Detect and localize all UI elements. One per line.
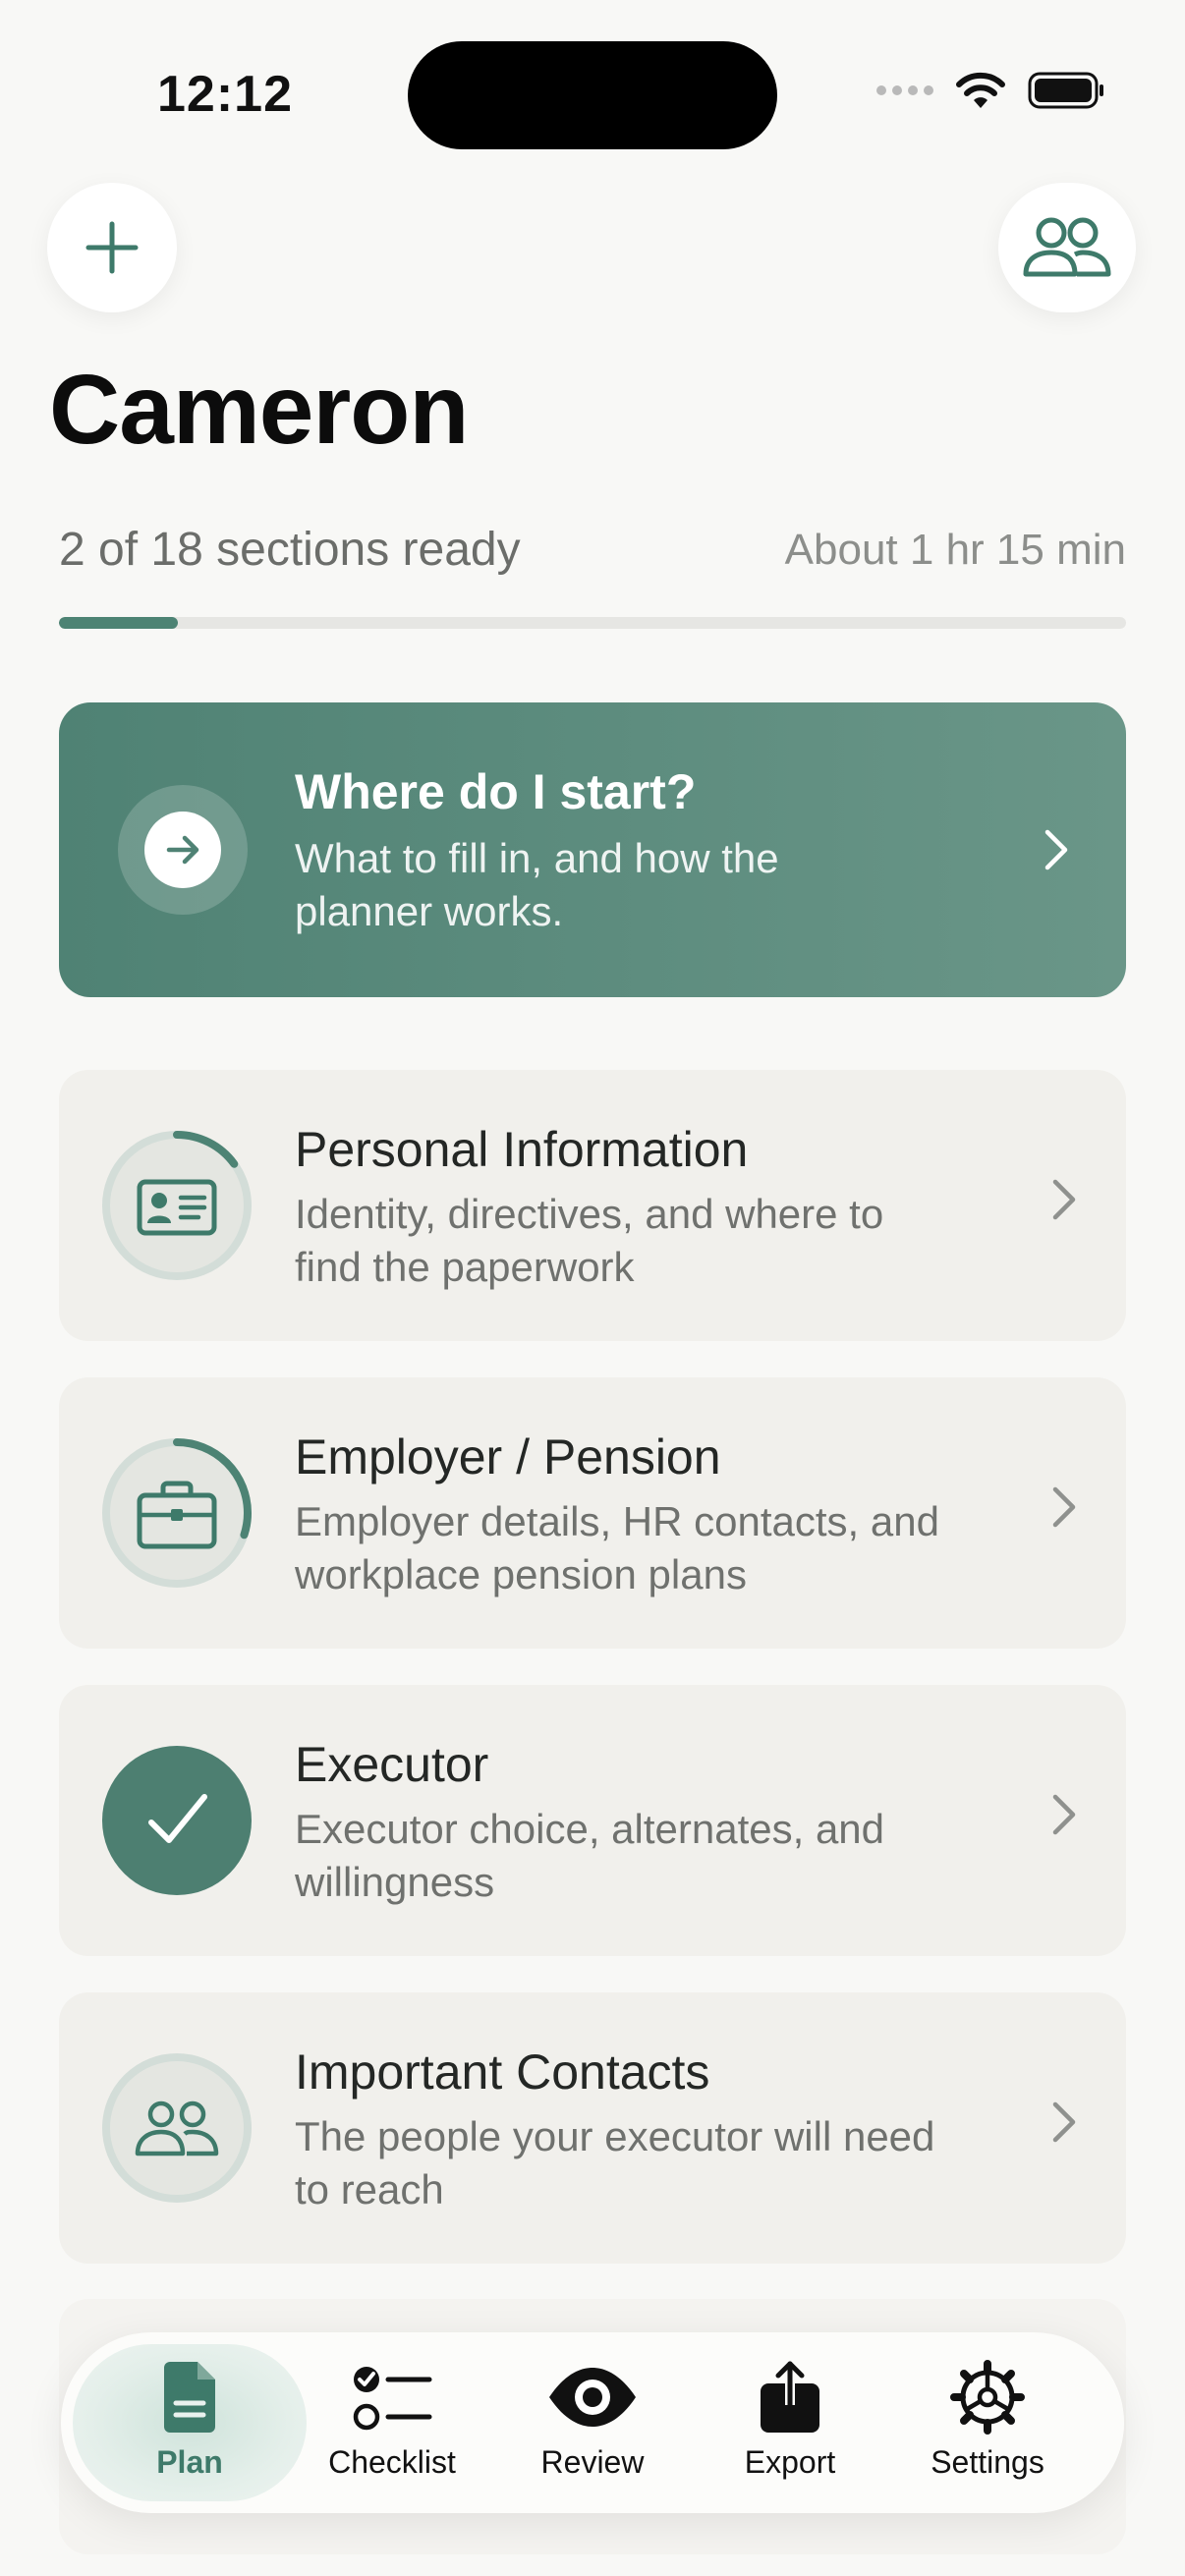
status-bar: 12:12 <box>0 0 1185 187</box>
chevron-right-icon <box>1044 829 1068 870</box>
section-title: Employer / Pension <box>295 1429 721 1484</box>
document-icon <box>164 2362 215 2433</box>
section-card-personal-information[interactable]: Personal Information Identity, directive… <box>59 1070 1126 1341</box>
tab-label: Settings <box>931 2444 1044 2480</box>
section-progress-ring <box>102 2053 252 2203</box>
section-card-executor[interactable]: Executor Executor choice, alternates, an… <box>59 1685 1126 1956</box>
progress-text: 2 of 18 sections ready <box>59 524 521 576</box>
section-description: Employer details, HR contacts, and workp… <box>295 1498 939 1597</box>
progress-bar-fill <box>59 617 178 629</box>
section-complete-badge <box>102 1746 252 1895</box>
section-description: Identity, directives, and where to find … <box>295 1191 884 1290</box>
people-button[interactable] <box>998 183 1136 312</box>
start-card-title: Where do I start? <box>295 764 697 819</box>
status-time: 12:12 <box>157 66 293 123</box>
section-card-employer-pension[interactable]: Employer / Pension Employer details, HR … <box>59 1377 1126 1649</box>
section-description: Executor choice, alternates, and willing… <box>295 1806 885 1905</box>
wifi-icon <box>956 72 1005 108</box>
progress-summary: 2 of 18 sections ready About 1 hr 15 min <box>59 523 1126 577</box>
where-to-start-card[interactable]: Where do I start? What to fill in, and h… <box>59 702 1126 997</box>
tab-label: Plan <box>156 2444 223 2480</box>
section-progress-ring <box>102 1131 252 1280</box>
tab-bar: Plan Checklist Review Export Settings <box>61 2332 1124 2513</box>
status-indicators <box>876 71 1106 110</box>
dynamic-island <box>408 41 777 149</box>
tab-label: Checklist <box>328 2444 456 2480</box>
arrow-right-icon <box>166 835 199 865</box>
gear-icon <box>950 2360 1025 2435</box>
chevron-right-icon <box>1052 1486 1076 1528</box>
start-icon-ring <box>118 785 248 915</box>
add-button[interactable] <box>47 183 177 312</box>
page-title: Cameron <box>49 355 469 465</box>
plus-icon <box>85 221 139 274</box>
tab-checklist[interactable]: Checklist <box>294 2360 490 2488</box>
people-icon <box>1023 217 1111 277</box>
tab-review[interactable]: Review <box>494 2360 691 2488</box>
signal-icon <box>876 85 933 95</box>
checklist-icon <box>353 2367 432 2431</box>
time-estimate: About 1 hr 15 min <box>784 525 1126 574</box>
chevron-right-icon <box>1052 1794 1076 1835</box>
chevron-right-icon <box>1052 2101 1076 2143</box>
tab-settings[interactable]: Settings <box>889 2360 1086 2488</box>
section-card-important-contacts[interactable]: Important Contacts The people your execu… <box>59 1992 1126 2264</box>
tab-plan[interactable]: Plan <box>91 2360 288 2488</box>
section-title: Executor <box>295 1737 489 1792</box>
tab-label: Review <box>540 2444 645 2480</box>
progress-bar <box>59 617 1126 629</box>
chevron-right-icon <box>1052 1179 1076 1220</box>
section-title: Important Contacts <box>295 2044 710 2100</box>
start-card-subtitle: What to fill in, and how the planner wor… <box>295 835 779 934</box>
tab-export[interactable]: Export <box>692 2360 888 2488</box>
section-title: Personal Information <box>295 1122 749 1177</box>
section-progress-ring <box>102 1438 252 1588</box>
eye-icon <box>549 2368 636 2427</box>
battery-icon <box>1028 72 1103 109</box>
tab-label: Export <box>744 2444 836 2480</box>
share-icon <box>761 2361 819 2433</box>
section-description: The people your executor will need to re… <box>295 2113 935 2212</box>
